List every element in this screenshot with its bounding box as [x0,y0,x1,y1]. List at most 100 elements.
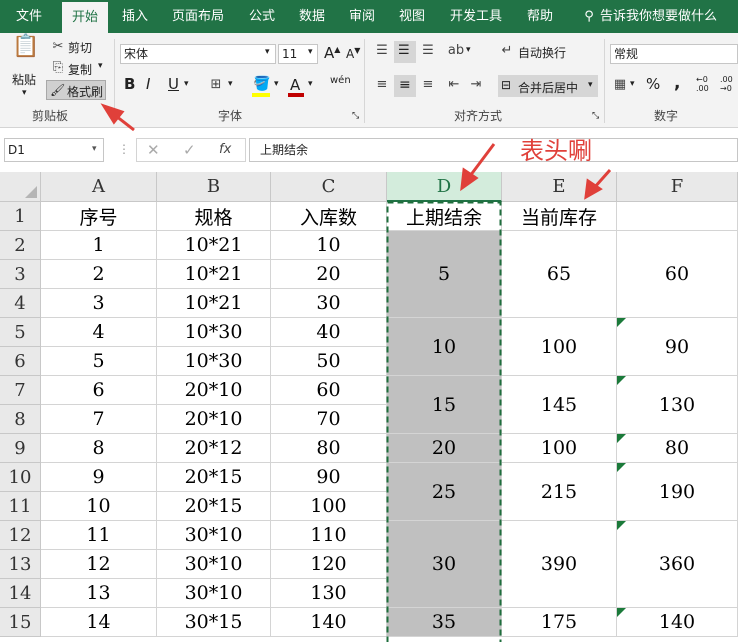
merged-cell-e[interactable]: 145 [502,376,617,434]
orientation-icon[interactable]: ab [446,41,466,61]
cell-a[interactable]: 13 [41,579,157,608]
align-right-icon[interactable]: ≡ [418,75,438,95]
tab-file[interactable]: 文件 [6,0,52,33]
merged-cell-d[interactable]: 30 [387,521,502,608]
tab-insert[interactable]: 插入 [113,0,157,33]
cancel-icon[interactable]: ✕ [147,141,160,159]
merged-cell-e[interactable]: 65 [502,231,617,318]
cell-b[interactable]: 20*15 [157,463,271,492]
comma-style-button[interactable]: , [674,73,680,93]
cell-b[interactable]: 30*10 [157,579,271,608]
cell-b[interactable]: 10*21 [157,260,271,289]
tab-developer[interactable]: 开发工具 [445,0,507,33]
wrap-text-button[interactable]: 自动换行 [518,44,566,61]
merged-cell-d[interactable]: 15 [387,376,502,434]
lightbulb-search-icon[interactable]: ⚲ [578,0,600,33]
header-cell-f[interactable] [617,202,738,231]
cell-b[interactable]: 30*10 [157,521,271,550]
tab-view[interactable]: 视图 [392,0,432,33]
row-header-3[interactable]: 3 [0,260,41,289]
tab-data[interactable]: 数据 [292,0,332,33]
fill-color-dropdown-icon[interactable]: ▾ [274,79,279,89]
merged-cell-d[interactable]: 35 [387,608,502,637]
merged-cell-d[interactable]: 10 [387,318,502,376]
header-cell-a[interactable]: 序号 [41,202,157,231]
row-header-9[interactable]: 9 [0,434,41,463]
font-color-icon[interactable]: A [286,76,306,97]
cell-b[interactable]: 20*10 [157,405,271,434]
decrease-decimal-icon[interactable]: .00 →0 [720,75,733,93]
cell-a[interactable]: 3 [41,289,157,318]
cell-c[interactable]: 130 [271,579,387,608]
font-dialog-launcher-icon[interactable]: ⤡ [352,111,359,121]
row-header-12[interactable]: 12 [0,521,41,550]
column-header-f[interactable]: F [617,172,738,202]
cell-a[interactable]: 10 [41,492,157,521]
row-header-7[interactable]: 7 [0,376,41,405]
cut-button[interactable]: 剪切 [68,39,92,56]
enter-icon[interactable]: ✓ [183,141,196,159]
merged-cell-d[interactable]: 5 [387,231,502,318]
cell-c[interactable]: 80 [271,434,387,463]
cell-a[interactable]: 14 [41,608,157,637]
accounting-dropdown-icon[interactable]: ▾ [630,79,635,89]
cell-b[interactable]: 10*21 [157,289,271,318]
merged-cell-f[interactable]: 90 [617,318,738,376]
row-header-5[interactable]: 5 [0,318,41,347]
tell-me-search[interactable]: 告诉我你想要做什么 [600,0,720,33]
merged-cell-d[interactable]: 25 [387,463,502,521]
font-color-dropdown-icon[interactable]: ▾ [308,79,313,89]
merged-cell-e[interactable]: 100 [502,318,617,376]
cell-c[interactable]: 90 [271,463,387,492]
align-bottom-icon[interactable]: ☰ [418,41,438,61]
merged-cell-f[interactable]: 190 [617,463,738,521]
cell-b[interactable]: 20*12 [157,434,271,463]
orientation-dropdown-icon[interactable]: ▾ [466,45,471,55]
cell-a[interactable]: 9 [41,463,157,492]
number-format-box[interactable]: 常规 [610,44,738,64]
row-header-4[interactable]: 4 [0,289,41,318]
select-all-corner[interactable] [0,172,41,202]
copy-button[interactable]: 复制 [68,61,92,78]
cell-b[interactable]: 30*15 [157,608,271,637]
formula-input[interactable]: 上期结余 [249,138,738,162]
merged-cell-e[interactable]: 175 [502,608,617,637]
header-cell-e[interactable]: 当前库存 [502,202,617,231]
increase-indent-icon[interactable]: ⇥ [466,75,486,95]
merge-center-button[interactable]: ⊟ 合并后居中 ▾ [498,75,598,97]
tab-formulas[interactable]: 公式 [242,0,282,33]
header-cell-b[interactable]: 规格 [157,202,271,231]
font-name-box[interactable]: 宋体 [120,44,276,64]
cell-b[interactable]: 10*30 [157,347,271,376]
align-center-icon[interactable]: ≡ [394,75,416,97]
cell-a[interactable]: 8 [41,434,157,463]
merged-cell-d[interactable]: 20 [387,434,502,463]
alignment-dialog-launcher-icon[interactable]: ⤡ [592,111,599,121]
column-header-e[interactable]: E [502,172,617,202]
cell-c[interactable]: 60 [271,376,387,405]
merged-cell-f[interactable]: 60 [617,231,738,318]
cell-c[interactable]: 140 [271,608,387,637]
header-cell-c[interactable]: 入库数 [271,202,387,231]
borders-dropdown-icon[interactable]: ▾ [228,79,233,89]
tab-page-layout[interactable]: 页面布局 [168,0,228,33]
cell-a[interactable]: 7 [41,405,157,434]
cell-c[interactable]: 40 [271,318,387,347]
cell-c[interactable]: 30 [271,289,387,318]
grow-font-icon[interactable]: A▲ [324,44,340,62]
cell-a[interactable]: 11 [41,521,157,550]
align-left-icon[interactable]: ≡ [372,75,392,95]
cell-b[interactable]: 10*30 [157,318,271,347]
column-header-c[interactable]: C [271,172,387,202]
tab-help[interactable]: 帮助 [520,0,560,33]
merged-cell-f[interactable]: 140 [617,608,738,637]
align-middle-icon[interactable]: ☰ [394,41,416,63]
cell-c[interactable]: 20 [271,260,387,289]
row-header-10[interactable]: 10 [0,463,41,492]
wrap-text-icon[interactable]: ↵ [498,41,516,61]
cell-b[interactable]: 20*15 [157,492,271,521]
tab-home[interactable]: 开始 [62,2,108,33]
paste-icon[interactable]: 📋 [12,36,39,65]
row-header-15[interactable]: 15 [0,608,41,637]
format-painter-button[interactable]: 🖌 格式刷 [46,80,106,100]
